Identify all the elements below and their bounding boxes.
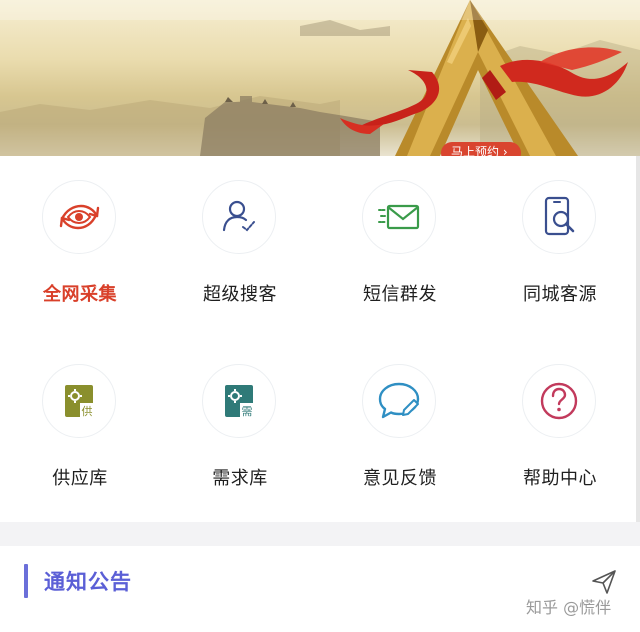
notice-section[interactable]: 通知公告 知乎 @慌伴	[0, 546, 640, 632]
feature-icon-circle: 供	[42, 364, 116, 438]
feature-grid: 全网采集 超级搜客 短信群发 同城客源 供 供应库 需 需求库 意见反馈 帮助中…	[0, 156, 640, 522]
feature-icon-circle	[362, 364, 436, 438]
notice-title: 通知公告	[44, 570, 132, 594]
feature-label: 需求库	[212, 468, 268, 489]
feedback-bubble-icon	[378, 382, 420, 419]
demand-library-icon: 需	[225, 385, 254, 418]
feature-label: 意见反馈	[363, 468, 437, 489]
help-question-icon	[540, 382, 578, 420]
watermark-text: 知乎 @慌伴	[526, 598, 612, 617]
feature-label: 短信群发	[363, 284, 437, 305]
feature-label: 供应库	[52, 468, 108, 489]
notice-accent-bar	[24, 564, 28, 598]
eye-refresh-icon	[59, 204, 100, 230]
feature-label: 超级搜客	[203, 284, 277, 305]
feature-label: 帮助中心	[523, 468, 597, 489]
feature-icon-circle: 需	[202, 364, 276, 438]
phone-search-icon	[544, 196, 575, 236]
feature-sms-broadcast[interactable]: 短信群发	[320, 156, 480, 306]
feature-supply-library[interactable]: 供 供应库	[0, 340, 160, 490]
envelope-icon	[378, 204, 420, 230]
feature-feedback[interactable]: 意见反馈	[320, 340, 480, 490]
supply-library-icon: 供	[65, 385, 94, 418]
badge-text: 需	[242, 405, 253, 418]
badge-text: 供	[82, 404, 93, 418]
feature-all-network-collect[interactable]: 全网采集	[0, 156, 160, 306]
book-now-button[interactable]: 马上预约 ›	[441, 142, 521, 156]
send-icon[interactable]	[590, 568, 618, 596]
feature-label: 全网采集	[43, 284, 117, 305]
feature-help-center[interactable]: 帮助中心	[480, 340, 640, 490]
section-divider	[0, 522, 640, 546]
feature-local-customers[interactable]: 同城客源	[480, 156, 640, 306]
feature-icon-circle	[202, 180, 276, 254]
feature-label: 同城客源	[523, 284, 597, 305]
feature-icon-circle	[362, 180, 436, 254]
banner-artwork	[0, 0, 640, 156]
feature-demand-library[interactable]: 需 需求库	[160, 340, 320, 490]
feature-icon-circle	[522, 364, 596, 438]
feature-super-search[interactable]: 超级搜客	[160, 156, 320, 306]
feature-icon-circle	[522, 180, 596, 254]
user-check-icon	[222, 200, 255, 232]
promo-banner[interactable]: 马上预约 ›	[0, 0, 640, 156]
feature-icon-circle	[42, 180, 116, 254]
